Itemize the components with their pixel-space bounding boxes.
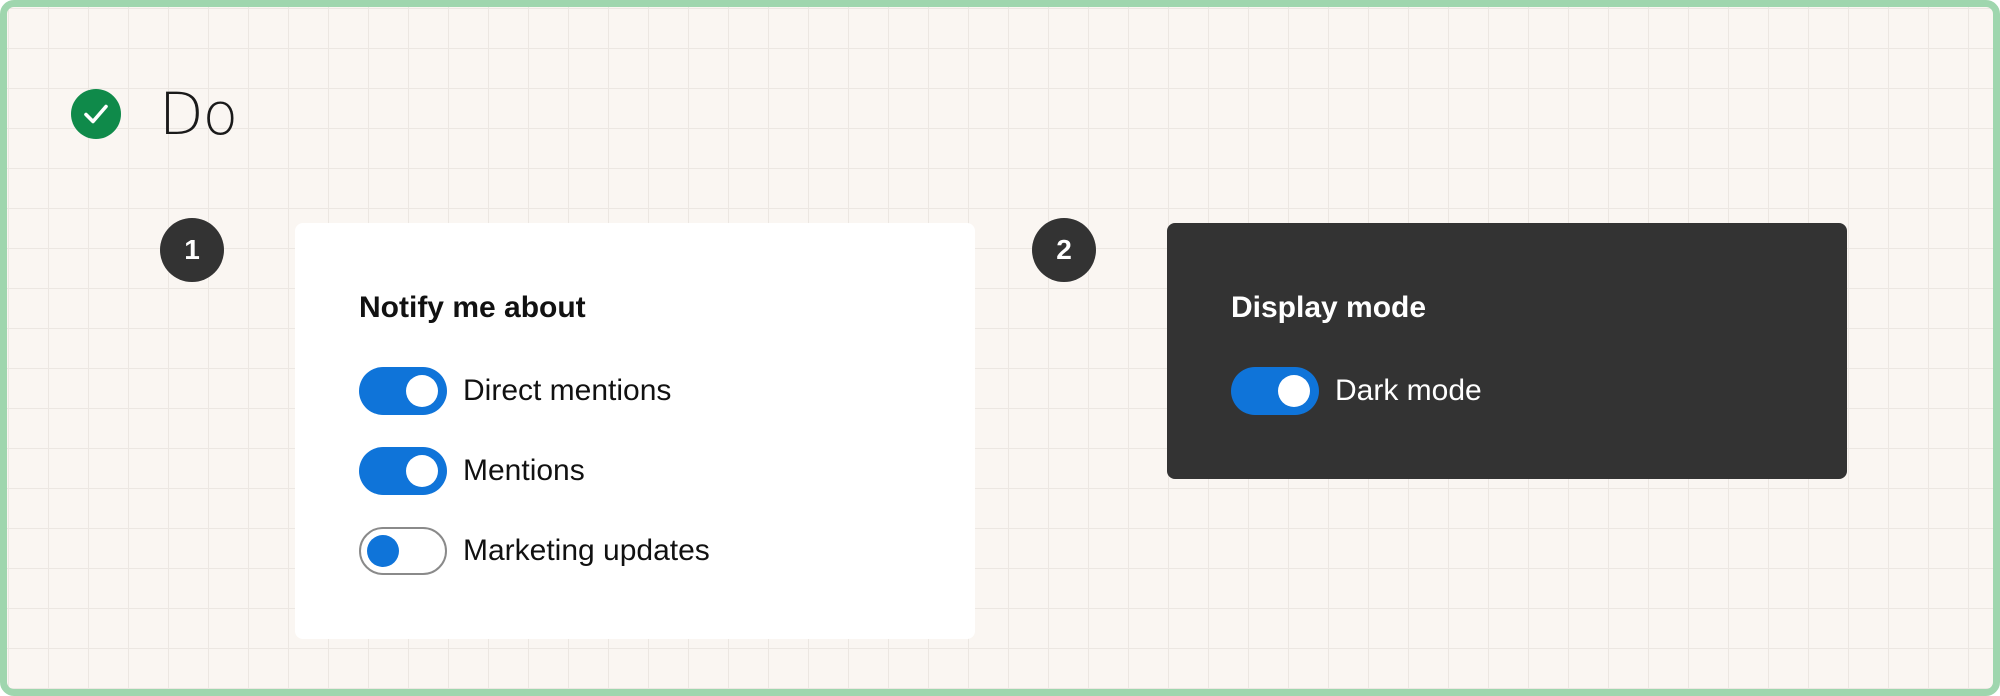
dark-mode-toggle[interactable]: [1231, 367, 1319, 415]
card-title: Display mode: [1231, 291, 1427, 324]
guideline-frame: Do 1 Notify me about Direct mentions Men…: [0, 0, 2000, 696]
display-mode-card: Display mode Dark mode: [1167, 223, 1847, 479]
toggle-knob: [367, 535, 399, 567]
toggle-knob: [406, 375, 438, 407]
toggle-row-mentions: Mentions: [359, 447, 585, 495]
notification-settings-card: Notify me about Direct mentions Mentions…: [295, 223, 975, 639]
example-number-badge: 1: [160, 218, 224, 282]
toggle-row-direct-mentions: Direct mentions: [359, 367, 671, 415]
card-title: Notify me about: [359, 291, 586, 324]
example-number-badge: 2: [1032, 218, 1096, 282]
toggle-knob: [406, 455, 438, 487]
toggle-label: Marketing updates: [463, 534, 710, 567]
direct-mentions-toggle[interactable]: [359, 367, 447, 415]
toggle-label: Mentions: [463, 454, 585, 487]
check-circle-icon: [71, 89, 121, 139]
toggle-row-marketing-updates: Marketing updates: [359, 527, 710, 575]
heading-text: Do: [159, 80, 238, 148]
toggle-label: Dark mode: [1335, 374, 1482, 407]
toggle-label: Direct mentions: [463, 374, 672, 407]
toggle-row-dark-mode: Dark mode: [1231, 367, 1482, 415]
marketing-updates-toggle[interactable]: [359, 527, 447, 575]
mentions-toggle[interactable]: [359, 447, 447, 495]
toggle-knob: [1278, 375, 1310, 407]
do-heading: Do: [71, 80, 238, 148]
